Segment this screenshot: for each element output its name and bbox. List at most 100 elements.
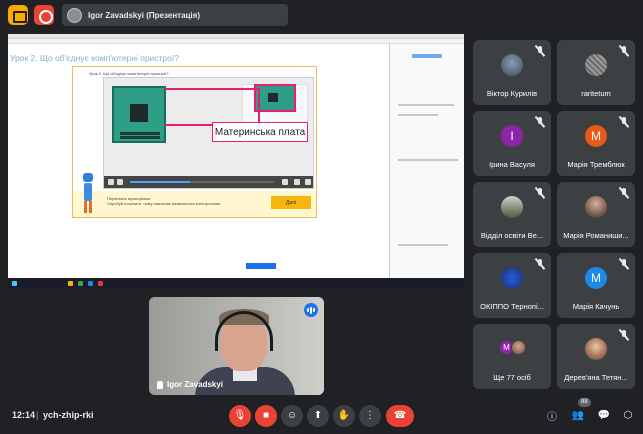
participant-name: Марія Качунь: [572, 302, 620, 311]
presentation-icon[interactable]: [8, 5, 28, 25]
play-icon[interactable]: [117, 179, 123, 185]
participant-count-badge: 88: [578, 398, 591, 407]
folder-icon[interactable]: [68, 281, 73, 286]
separator: |: [36, 410, 39, 420]
video-controls: [104, 176, 313, 188]
mic-muted-icon: [618, 116, 630, 128]
info-icon: ⓘ: [547, 411, 557, 423]
presenter-chip[interactable]: Igor Zavadskyi (Презентація): [62, 4, 288, 26]
participant-tile[interactable]: М Ще 77 осіб: [473, 324, 551, 389]
participant-name: ОКІППО Тернопі...: [480, 302, 544, 311]
pin-icon[interactable]: [157, 380, 163, 389]
participant-avatar: М: [585, 125, 607, 147]
motherboard-image: [112, 86, 166, 143]
participant-name: Ірина Васуля: [489, 160, 535, 169]
reactions-button[interactable]: ☺: [281, 405, 303, 427]
participant-tile[interactable]: raritetum: [557, 40, 635, 105]
settings-icon[interactable]: [294, 179, 300, 185]
participant-tile[interactable]: Дерев'яна Тетян...: [557, 324, 635, 389]
browser-content: Урок 2. Що об'єднує комп'ютерні пристрої…: [8, 44, 389, 278]
chat-button[interactable]: 💬: [597, 408, 611, 422]
more-participants-avatars: М: [499, 340, 527, 356]
prev-icon[interactable]: [108, 179, 114, 185]
participant-tile[interactable]: Відділ освіти Ве...: [473, 182, 551, 247]
present-icon: ⬆: [313, 410, 323, 421]
speaking-indicator-icon: [304, 303, 318, 317]
meeting-code: ych-zhip-rki: [43, 410, 94, 420]
present-button[interactable]: ⬆: [307, 405, 329, 427]
slide-label: Материнська плата: [212, 122, 308, 142]
participant-avatar: І: [501, 125, 523, 147]
self-name-label: Igor Zavadskyi: [167, 380, 224, 389]
participant-tile[interactable]: М Марія Тремблюк: [557, 111, 635, 176]
self-view-tile[interactable]: Igor Zavadskyi: [149, 297, 324, 395]
fullscreen-icon[interactable]: [305, 179, 311, 185]
windows-taskbar: [8, 279, 464, 288]
participant-tile[interactable]: ОКІППО Тернопі...: [473, 253, 551, 318]
activities-icon: ⬡: [623, 409, 633, 421]
participant-tile[interactable]: І Ірина Васуля: [473, 111, 551, 176]
participant-tile[interactable]: М Марія Качунь: [557, 253, 635, 318]
participant-name: Дерев'яна Тетян...: [564, 373, 628, 382]
people-button[interactable]: 👥: [571, 408, 585, 422]
participant-name: Ще 77 осіб: [493, 373, 531, 382]
mic-off-icon: 🎙: [233, 410, 247, 421]
participant-avatar: [501, 196, 523, 218]
mic-muted-icon: [534, 258, 546, 270]
share-banner-button[interactable]: [246, 263, 276, 269]
volume-icon[interactable]: [282, 179, 288, 185]
shared-screen: Урок 2. Що об'єднує комп'ютерні пристрої…: [8, 34, 464, 288]
slide-footer: Переглянь мультфільм. Спробуй пояснити, …: [73, 173, 316, 217]
app-icon[interactable]: [98, 281, 103, 286]
recording-icon[interactable]: [34, 5, 54, 25]
mic-muted-icon: [534, 187, 546, 199]
emoji-icon: ☺: [286, 410, 298, 421]
presenter-avatar: [67, 7, 82, 23]
raise-hand-button[interactable]: ✋: [333, 405, 355, 427]
participant-name: Марія Романиши...: [563, 231, 629, 240]
participant-tile[interactable]: Марія Романиши...: [557, 182, 635, 247]
more-vert-icon: ⋮: [365, 410, 375, 421]
lesson-title: Урок 2. Що об'єднує комп'ютерні пристрої…: [10, 53, 179, 63]
participant-avatar: [501, 54, 523, 76]
participant-avatar: [501, 267, 523, 289]
video-progress-bar[interactable]: [130, 181, 274, 183]
mic-muted-icon: [534, 45, 546, 57]
highlight-connector: [165, 88, 260, 126]
leave-call-button[interactable]: ☎: [386, 405, 414, 427]
start-icon[interactable]: [12, 281, 17, 286]
participant-name: Віктор Курилів: [486, 89, 538, 98]
hand-icon: ✋: [337, 410, 351, 421]
mic-off-button[interactable]: 🎙: [229, 405, 251, 427]
camera-off-icon: ■: [262, 410, 270, 421]
slide-instructions: Переглянь мультфільм. Спробуй пояснити, …: [107, 196, 221, 206]
mic-muted-icon: [618, 329, 630, 341]
instruction-line-2: Спробуй пояснити, чому паяльник називаєт…: [107, 201, 222, 206]
robot-mascot-icon: [81, 171, 95, 215]
clock: 12:14: [12, 410, 36, 420]
edge-icon[interactable]: [88, 281, 93, 286]
chrome-icon[interactable]: [78, 281, 83, 286]
participant-avatar: М: [585, 267, 607, 289]
top-bar: Igor Zavadskyi (Презентація): [0, 0, 643, 30]
next-button[interactable]: Далі: [271, 196, 311, 209]
more-options-button[interactable]: ⋮: [359, 405, 381, 427]
participant-avatar: [585, 338, 607, 360]
browser-side-panel: [389, 44, 464, 278]
participant-name: raritetum: [581, 89, 611, 98]
participant-tile[interactable]: Віктор Курилів: [473, 40, 551, 105]
camera-off-button[interactable]: ■: [255, 405, 277, 427]
people-icon: 👥: [571, 409, 585, 421]
mic-muted-icon: [618, 187, 630, 199]
mic-muted-icon: [618, 258, 630, 270]
participant-name: Відділ освіти Ве...: [480, 231, 544, 240]
slide-question: Урок 2. Що об'єднує комп'ютерні пристрої…: [89, 71, 169, 76]
slide-card: Урок 2. Що об'єднує комп'ютерні пристрої…: [72, 66, 317, 218]
meeting-info-button[interactable]: ⓘ: [545, 408, 559, 423]
video-progress-fill: [130, 181, 191, 183]
activities-button[interactable]: ⬡: [621, 408, 635, 422]
video-player[interactable]: Материнська плата: [103, 77, 314, 189]
mic-muted-icon: [534, 116, 546, 128]
bottom-bar: 12:14 | ych-zhip-rki 🎙 ■ ☺ ⬆ ✋ ⋮ ☎ ⓘ 👥 8…: [0, 398, 643, 434]
presenter-label: Igor Zavadskyi (Презентація): [88, 10, 200, 20]
